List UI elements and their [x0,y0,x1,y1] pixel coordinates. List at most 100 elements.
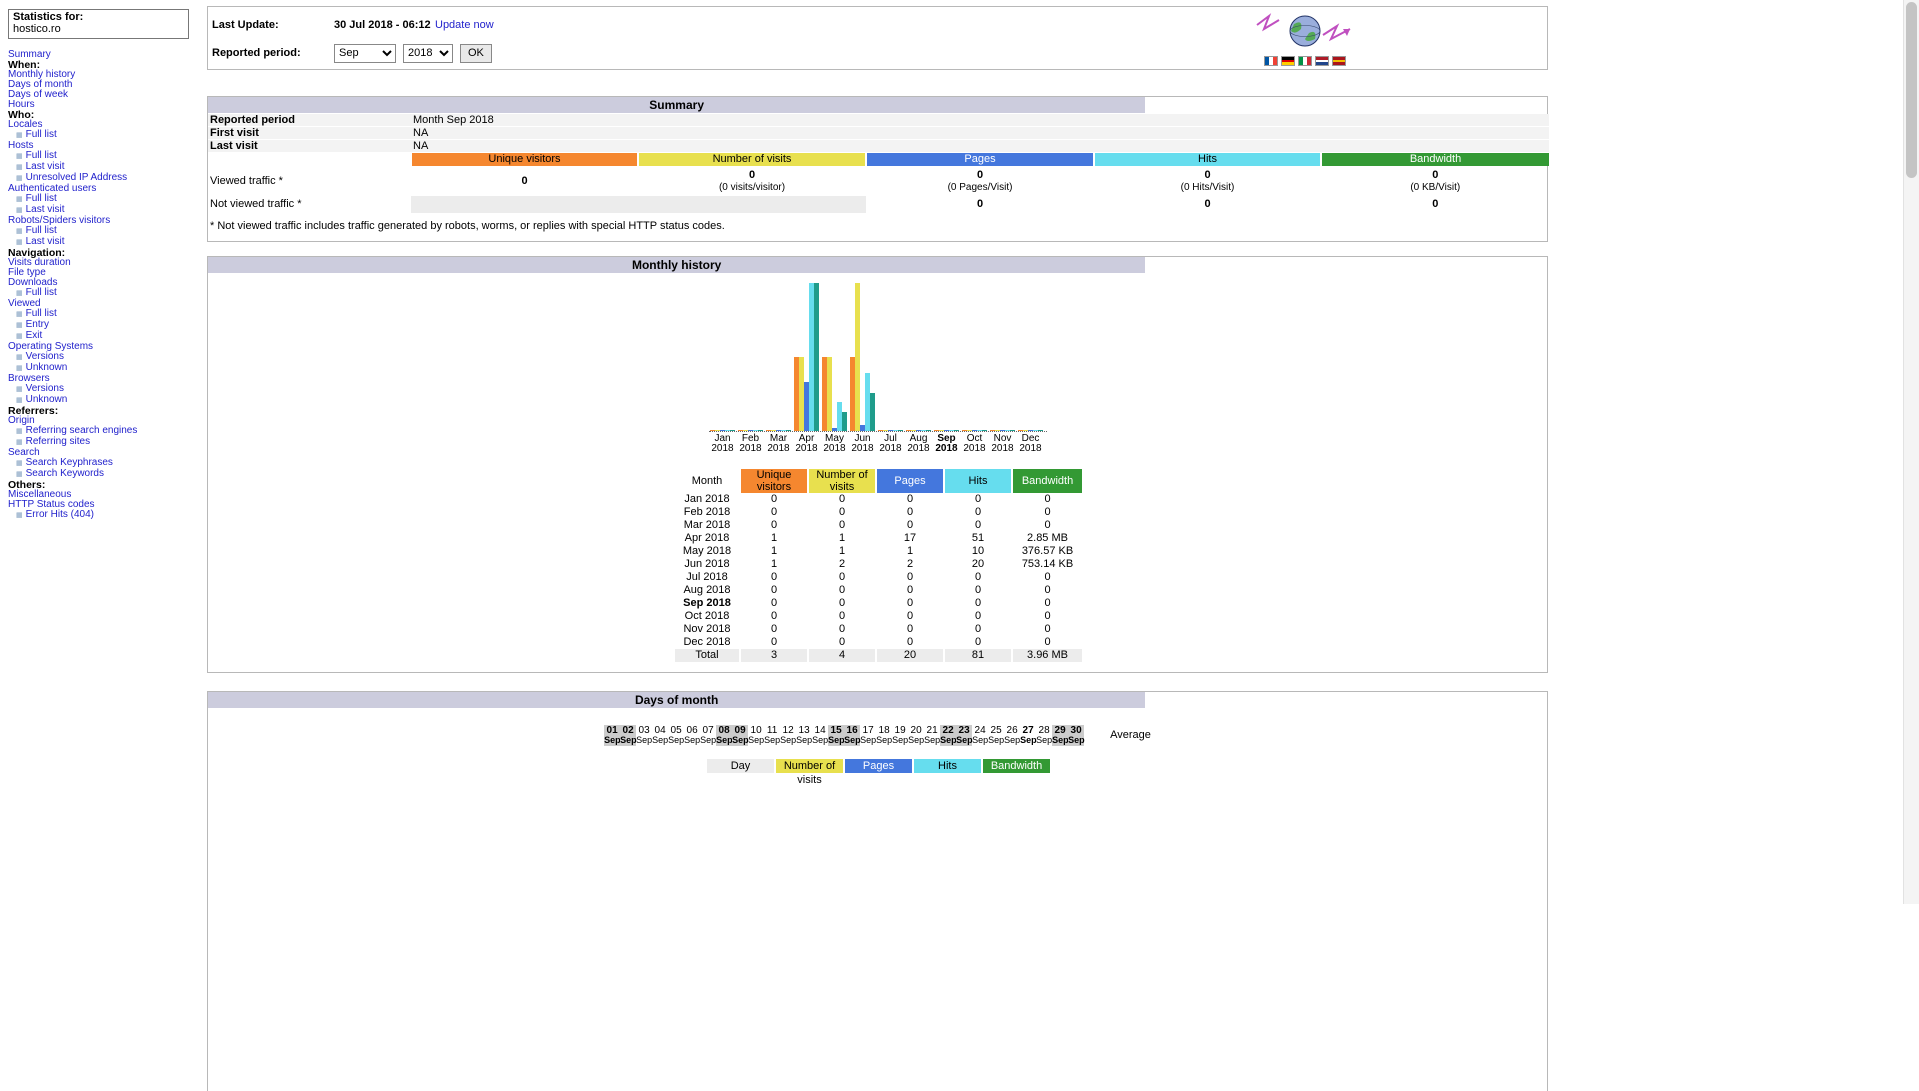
sidebar-item-error-hits-404[interactable]: ▦Error Hits (404) [8,510,206,521]
viewed-traffic-row: Viewed traffic * 00(0 visits/visitor)0(0… [208,166,1549,196]
x-label-mar-2018: Mar2018 [765,434,793,454]
average-label: Average [1110,729,1151,741]
scrollbar-thumb[interactable] [1906,2,1917,178]
bars-apr-2018 [794,283,820,431]
update-now-link[interactable]: Update now [435,19,494,31]
summary-col-unique-visitors: Unique visitors [411,153,638,166]
sidebar-section-referrers: Referrers: [8,406,206,416]
day-label-03: 03Sep [636,725,652,746]
days-of-month-title: Days of month [208,692,1145,708]
monthly-row-sep-2018: Sep 201800000 [674,597,1082,610]
not-viewed-value: 0 [1321,196,1549,213]
col-bandwidth: Bandwidth [1012,469,1082,493]
day-label-14: 14Sep [812,725,828,746]
bar-bandwidth-kb [1038,430,1043,431]
sidebar-item-days-of-week[interactable]: Days of week [8,90,206,100]
top-header: Last Update: 30 Jul 2018 - 06:12 Update … [207,6,1548,70]
x-label-may-2018: May2018 [821,434,849,454]
summary-row-label: Last visit [208,140,411,153]
bar-number-of-visits [827,357,832,431]
day-label-12: 12Sep [780,725,796,746]
list-icon: ▦ [16,228,23,235]
flag-french-icon[interactable] [1264,56,1278,66]
x-label-sep-2018: Sep2018 [933,434,961,454]
bar-bandwidth-kb [926,430,931,431]
days-col-number-of-visits: Number of visits [776,759,843,773]
bars-feb-2018 [738,430,764,431]
list-icon: ▦ [16,132,23,139]
list-icon: ▦ [16,365,23,372]
col-pages: Pages [876,469,944,493]
flag-italian-icon[interactable] [1298,56,1312,66]
language-flags [1249,56,1361,66]
day-label-05: 05Sep [668,725,684,746]
col-unique-visitors: Unique visitors [740,469,808,493]
flag-dutch-icon[interactable] [1315,56,1329,66]
x-label-jun-2018: Jun2018 [849,434,877,454]
col-hits: Hits [944,469,1012,493]
day-label-26: 26Sep [1004,725,1020,746]
monthly-row-may-2018: May 201811110376.57 KB [674,545,1082,558]
day-label-02: 02Sep [620,725,636,746]
vertical-scrollbar[interactable] [1903,0,1919,904]
col-number-of-visits: Number of visits [808,469,876,493]
not-viewed-value: 0 [1094,196,1321,213]
logo-area [1249,11,1361,66]
list-icon: ▦ [16,239,23,246]
x-label-nov-2018: Nov2018 [989,434,1017,454]
statistics-for-label: Statistics for: [13,11,184,23]
flag-german-icon[interactable] [1281,56,1295,66]
reported-period-label: Reported period: [212,47,334,59]
day-label-01: 01Sep [604,725,620,746]
day-label-10: 10Sep [748,725,764,746]
days-col-bandwidth: Bandwidth [983,759,1050,773]
list-icon: ▦ [16,322,23,329]
bars-nov-2018 [990,430,1016,431]
list-icon: ▦ [16,175,23,182]
day-label-30: 30Sep [1068,725,1084,746]
list-icon: ▦ [16,196,23,203]
sidebar-item-full-list[interactable]: ▦Full list [8,130,206,141]
day-label-16: 16Sep [844,725,860,746]
summary-metrics-header: Unique visitorsNumber of visitsPagesHits… [208,153,1549,166]
bar-bandwidth-kb [814,283,819,431]
monthly-history-chart-area: Jan2018Feb2018Mar2018Apr2018May2018Jun20… [709,283,1047,454]
flag-spanish-icon[interactable] [1332,56,1346,66]
day-label-06: 06Sep [684,725,700,746]
list-icon: ▦ [16,290,23,297]
bars-oct-2018 [962,430,988,431]
viewed-value-bandwidth: 0(0 KB/Visit) [1321,166,1549,196]
viewed-value-pages: 0(0 Pages/Visit) [866,166,1094,196]
list-icon: ▦ [16,471,23,478]
monthly-history-table: MonthUnique visitorsNumber of visitsPage… [673,469,1082,662]
x-label-dec-2018: Dec2018 [1017,434,1045,454]
year-select[interactable]: 2018 [403,44,453,63]
summary-panel: Summary Reported period Month Sep 2018 F… [207,96,1548,242]
monthly-row-nov-2018: Nov 201800000 [674,623,1082,636]
list-icon: ▦ [16,311,23,318]
day-label-08: 08Sep [716,725,732,746]
day-label-20: 20Sep [908,725,924,746]
days-col-hits: Hits [914,759,981,773]
day-label-07: 07Sep [700,725,716,746]
bar-bandwidth-kb [898,430,903,431]
bars-dec-2018 [1018,430,1044,431]
sidebar: Statistics for: hostico.ro SummaryWhen:M… [0,0,206,521]
x-label-feb-2018: Feb2018 [737,434,765,454]
viewed-value-hits: 0(0 Hits/Visit) [1094,166,1321,196]
site-name: hostico.ro [13,23,184,35]
sidebar-item-hours[interactable]: Hours [8,100,206,110]
x-label-jul-2018: Jul2018 [877,434,905,454]
day-label-19: 19Sep [892,725,908,746]
monthly-row-jun-2018: Jun 201812220753.14 KB [674,558,1082,571]
list-icon: ▦ [16,460,23,467]
summary-col-pages: Pages [866,153,1094,166]
list-icon: ▦ [16,207,23,214]
list-icon: ▦ [16,397,23,404]
monthly-row-feb-2018: Feb 201800000 [674,506,1082,519]
day-label-09: 09Sep [732,725,748,746]
ok-button[interactable]: OK [460,44,492,63]
month-select[interactable]: Sep [334,44,396,63]
days-of-month-labels-row: 01Sep02Sep03Sep04Sep05Sep06Sep07Sep08Sep… [208,725,1547,746]
bar-bandwidth-kb [730,430,735,431]
